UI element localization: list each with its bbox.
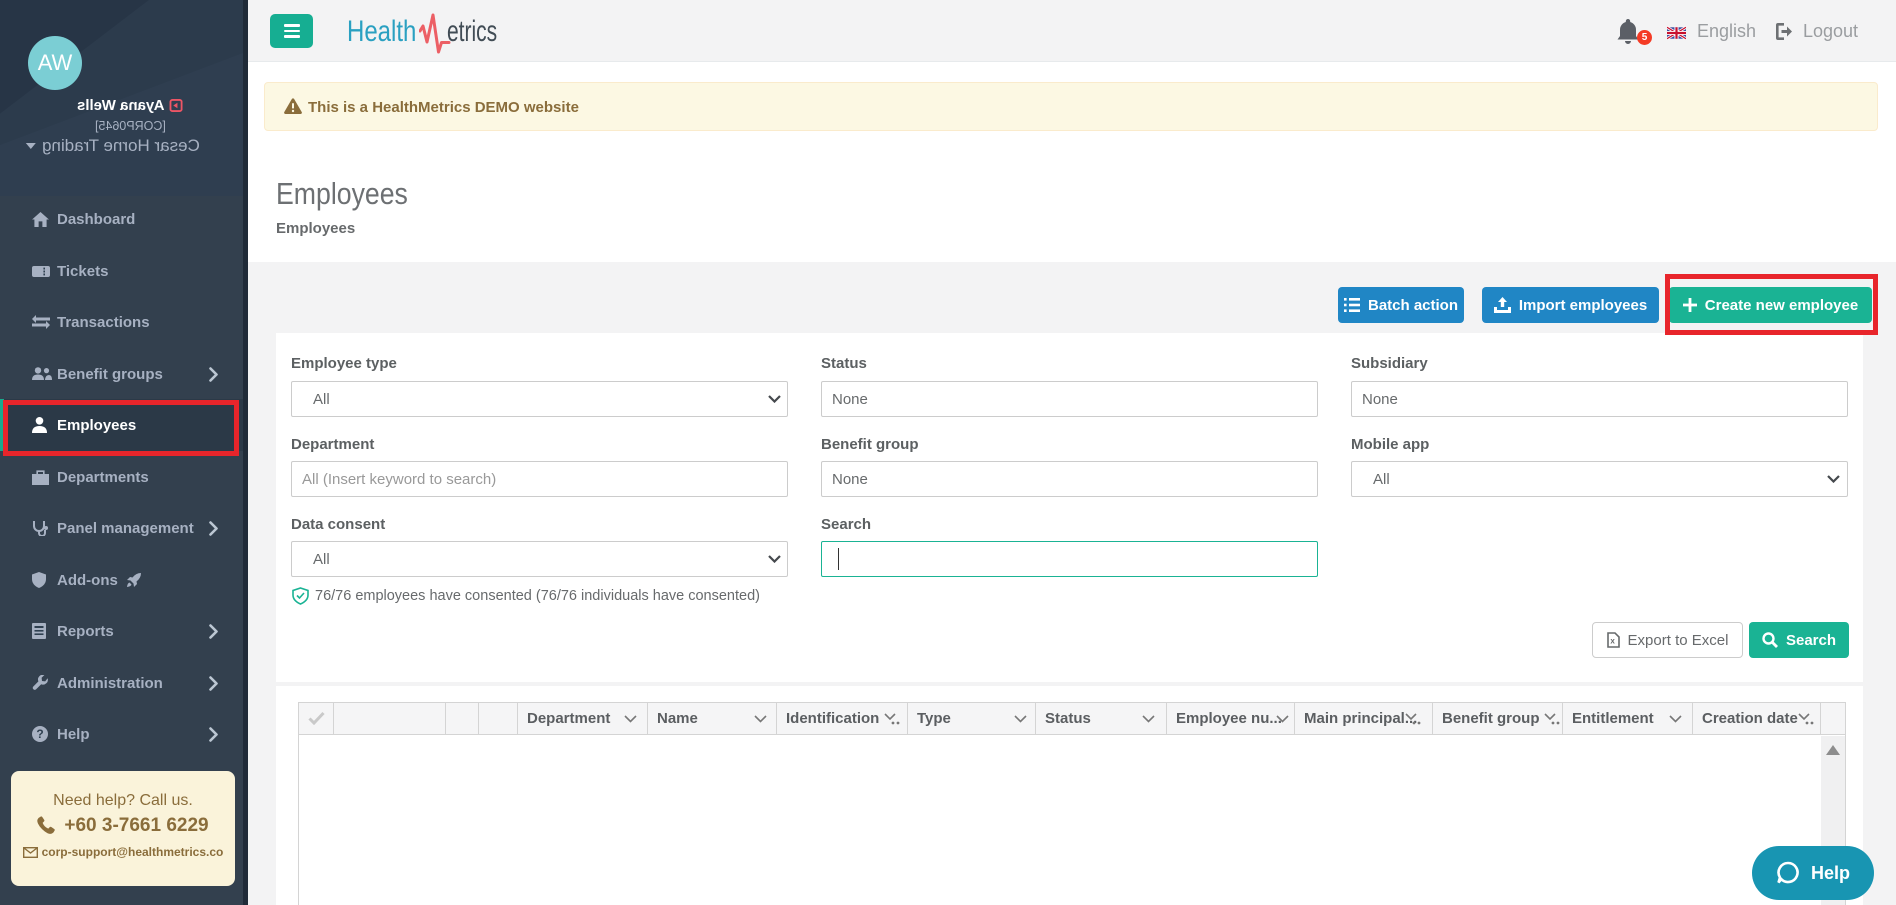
svg-text:?: ? <box>36 727 43 741</box>
svg-text:x: x <box>1610 637 1615 646</box>
